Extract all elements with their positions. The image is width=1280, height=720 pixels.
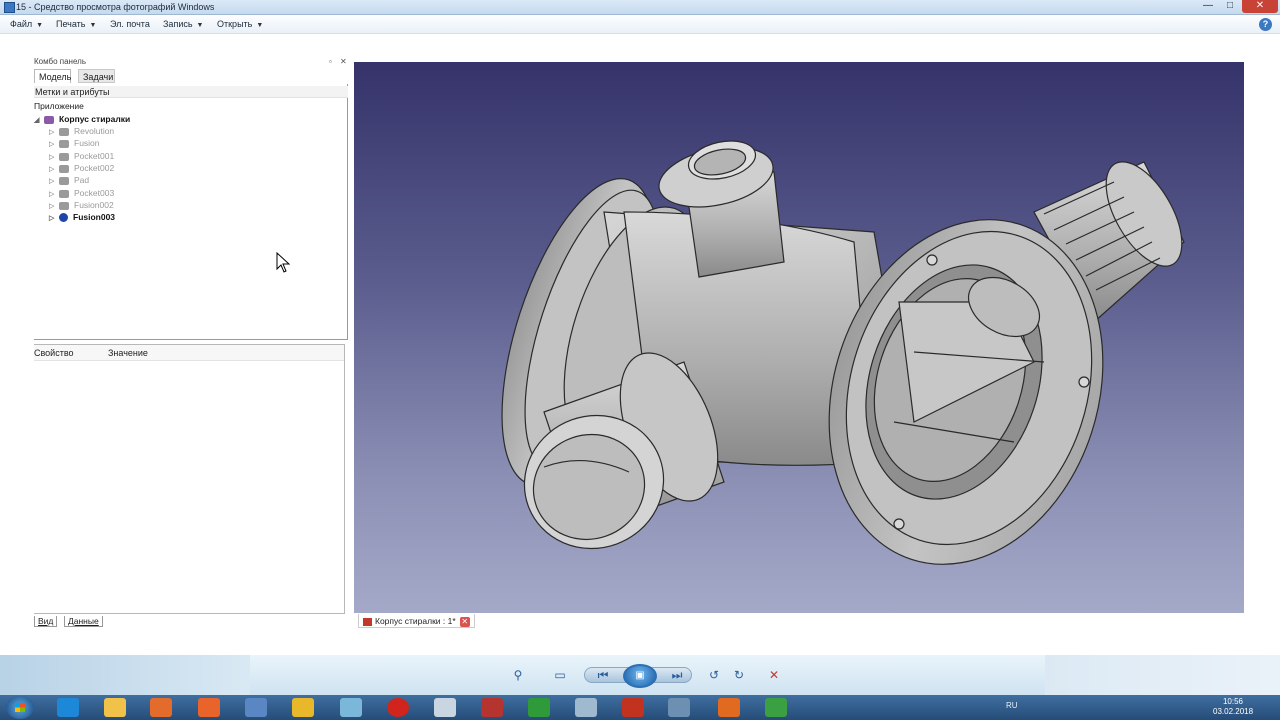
body-icon: [59, 213, 68, 223]
float-icon[interactable]: ▫: [329, 57, 332, 66]
column-property: Свойство: [34, 348, 74, 358]
mouse-cursor-icon: [276, 252, 291, 273]
tree-item-pocket002[interactable]: ▷ Pocket002: [49, 162, 114, 174]
feature-icon: [59, 127, 69, 136]
menu-bar: Файл ▼ Печать ▼ Эл. почта Запись ▼ Открыть ▼…: [0, 15, 1280, 34]
freecad-taskbar-icon[interactable]: [622, 698, 644, 717]
media-player-icon[interactable]: [150, 698, 172, 717]
close-tab-icon[interactable]: ✕: [459, 616, 470, 627]
tree-item-fusion002[interactable]: ▷ Fusion002: [49, 199, 114, 211]
collapse-icon[interactable]: ◢: [34, 115, 44, 127]
app-icon[interactable]: [245, 698, 267, 717]
tab-data[interactable]: Данные: [64, 616, 103, 627]
3d-viewport[interactable]: [354, 62, 1244, 613]
property-view: Свойство Значение: [34, 344, 345, 614]
background-strip: [0, 655, 250, 695]
chevron-down-icon: ▼: [256, 22, 264, 29]
tree-item-revolution[interactable]: ▷ Revolution: [49, 125, 114, 137]
feature-icon: [59, 139, 69, 148]
tree-item-fusion003[interactable]: ▷ Fusion003: [49, 211, 115, 223]
window-title-bar: 15 - Средство просмотра фотографий Windo…: [0, 0, 1280, 15]
chevron-down-icon: ▼: [36, 22, 44, 29]
tab-model[interactable]: Модель: [34, 69, 71, 83]
taskbar: RU 10:56 03.02.2018: [0, 695, 1280, 720]
property-header: Свойство Значение: [34, 345, 344, 361]
firefox-icon[interactable]: [198, 698, 220, 717]
app-icon[interactable]: [481, 698, 503, 717]
system-clock[interactable]: 10:56 03.02.2018: [1213, 697, 1253, 717]
fit-window-button[interactable]: ▭: [550, 666, 570, 684]
language-indicator[interactable]: RU: [1006, 701, 1018, 710]
menu-email[interactable]: Эл. почта: [110, 19, 150, 29]
photo-viewer-icon: [4, 2, 15, 13]
menu-file[interactable]: Файл ▼: [10, 19, 43, 29]
tree-item-pocket003[interactable]: ▷ Pocket003: [49, 187, 114, 199]
photo-viewer-taskbar-icon[interactable]: [668, 698, 690, 717]
slideshow-button[interactable]: ▣: [623, 664, 657, 688]
menu-burn[interactable]: Запись ▼: [163, 19, 203, 29]
panel-caption: Комбо панель ▫ ✕: [34, 57, 347, 66]
app-icon[interactable]: [765, 698, 787, 717]
delete-button[interactable]: ✕: [764, 666, 784, 684]
tree-document[interactable]: ◢ Корпус стиралки: [34, 113, 130, 125]
notepad-icon[interactable]: [434, 698, 456, 717]
next-button[interactable]: ⏭: [666, 666, 688, 684]
zoom-button[interactable]: ⚲: [505, 666, 531, 684]
tree-app-label: Приложение: [34, 101, 84, 111]
document-icon: [44, 115, 54, 124]
minimize-button[interactable]: —: [1198, 0, 1218, 13]
close-icon[interactable]: ✕: [340, 57, 347, 66]
model-tree: Метки и атрибуты Приложение ◢ Корпус стир…: [34, 84, 348, 340]
app-icon[interactable]: [718, 698, 740, 717]
opera-icon[interactable]: [387, 698, 409, 717]
tree-header: Метки и атрибуты: [34, 86, 348, 98]
chevron-down-icon: ▼: [196, 22, 204, 29]
feature-icon: [59, 201, 69, 210]
help-icon[interactable]: ?: [1259, 18, 1272, 31]
document-tab[interactable]: Корпус стиралки : 1* ✕: [358, 614, 475, 628]
rotate-right-button[interactable]: ↻: [729, 666, 749, 684]
freecad-icon: [363, 617, 372, 626]
chevron-down-icon: ▼: [89, 22, 97, 29]
tab-view[interactable]: Вид: [34, 616, 58, 627]
previous-button[interactable]: ⏮: [592, 666, 614, 684]
combo-panel: Комбо панель ▫ ✕ Модель Задачи Метки и а…: [34, 57, 350, 629]
feature-icon: [59, 176, 69, 185]
tree-item-fusion[interactable]: ▷ Fusion: [49, 137, 100, 149]
app-icon[interactable]: [340, 698, 362, 717]
internet-explorer-icon[interactable]: [57, 698, 79, 717]
feature-icon: [59, 164, 69, 173]
expand-icon[interactable]: ▷: [49, 213, 59, 225]
close-button[interactable]: ✕: [1242, 0, 1278, 13]
feature-icon: [59, 189, 69, 198]
tree-item-pocket001[interactable]: ▷ Pocket001: [49, 150, 114, 162]
start-button[interactable]: [6, 696, 34, 719]
status-strip: [0, 640, 1280, 656]
window-title: 15 - Средство просмотра фотографий Windo…: [16, 2, 215, 12]
rotate-left-button[interactable]: ↺: [704, 666, 724, 684]
background-strip: [1045, 655, 1280, 695]
column-value: Значение: [108, 348, 148, 358]
feature-icon: [59, 152, 69, 161]
washer-housing-model: [501, 140, 1185, 565]
tree-item-pad[interactable]: ▷ Pad: [49, 174, 89, 186]
chrome-icon[interactable]: [292, 698, 314, 717]
menu-open[interactable]: Открыть ▼: [217, 19, 263, 29]
app-icon[interactable]: [528, 698, 550, 717]
app-icon[interactable]: [575, 698, 597, 717]
menu-print[interactable]: Печать ▼: [56, 19, 96, 29]
file-explorer-icon[interactable]: [104, 698, 126, 717]
windows-logo-icon: [15, 703, 25, 712]
maximize-button[interactable]: □: [1220, 0, 1240, 13]
tab-tasks[interactable]: Задачи: [78, 69, 115, 83]
